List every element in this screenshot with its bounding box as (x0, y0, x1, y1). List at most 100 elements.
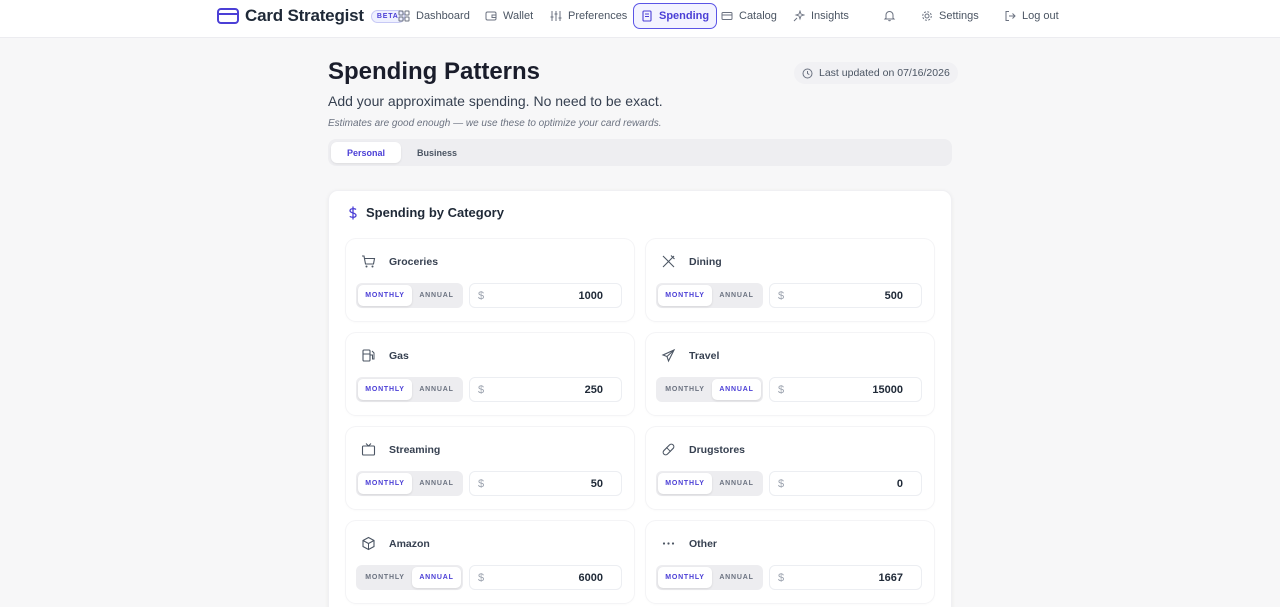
tab-business[interactable]: Business (402, 142, 472, 163)
currency-symbol: $ (478, 571, 485, 584)
monthly-button[interactable]: MONTHLY (358, 285, 412, 306)
currency-symbol: $ (478, 383, 485, 396)
nav-catalog-label: Catalog (739, 10, 777, 22)
amount-input[interactable]: $500 (769, 283, 922, 308)
category-name: Groceries (389, 255, 439, 268)
category-card-drugstores: Drugstores MONTHLY ANNUAL $0 (646, 427, 934, 509)
annual-button[interactable]: ANNUAL (712, 285, 761, 306)
category-card-gas: Gas MONTHLY ANNUAL $250 (346, 333, 634, 415)
frequency-toggle: MONTHLY ANNUAL (356, 565, 463, 590)
logout-icon (1005, 11, 1016, 21)
amount-input[interactable]: $1000 (469, 283, 622, 308)
brand-name: Card Strategist (245, 6, 364, 25)
category-name: Travel (689, 349, 720, 362)
currency-symbol: $ (478, 477, 485, 490)
category-name: Streaming (389, 443, 441, 456)
account-type-tabs: Personal Business (328, 139, 952, 166)
frequency-toggle: MONTHLY ANNUAL (356, 283, 463, 308)
amount-value: 50 (590, 477, 603, 490)
sliders-icon (550, 11, 562, 21)
brand[interactable]: Card Strategist BETA (217, 6, 405, 26)
amount-input[interactable]: $1667 (769, 565, 922, 590)
amount-input[interactable]: $6000 (469, 565, 622, 590)
cart-icon (362, 255, 376, 268)
settings-label: Settings (939, 10, 979, 22)
nav-preferences-label: Preferences (568, 10, 628, 22)
amount-input[interactable]: $15000 (769, 377, 922, 402)
currency-symbol: $ (778, 289, 785, 302)
monthly-button[interactable]: MONTHLY (658, 473, 712, 494)
category-name: Dining (689, 255, 722, 268)
last-updated-badge: Last updated on 07/16/2026 (794, 62, 958, 84)
page-title: Spending Patterns (328, 58, 541, 85)
category-card-travel: Travel MONTHLY ANNUAL $15000 (646, 333, 934, 415)
logout-label: Log out (1022, 10, 1059, 22)
grid-icon (398, 10, 410, 22)
section-title: Spending by Category (346, 205, 504, 220)
annual-button[interactable]: ANNUAL (412, 285, 461, 306)
frequency-toggle: MONTHLY ANNUAL (356, 471, 463, 496)
monthly-button[interactable]: MONTHLY (358, 379, 412, 400)
amount-input[interactable]: $250 (469, 377, 622, 402)
amount-value: 6000 (578, 571, 603, 584)
plane-icon (661, 348, 676, 363)
nav-insights[interactable]: Insights (786, 3, 856, 29)
annual-button[interactable]: ANNUAL (412, 567, 461, 588)
amount-value: 1667 (878, 571, 903, 584)
nav-catalog[interactable]: Catalog (714, 3, 784, 29)
frequency-toggle: MONTHLY ANNUAL (356, 377, 463, 402)
amount-input[interactable]: $0 (769, 471, 922, 496)
annual-button[interactable]: ANNUAL (712, 379, 761, 400)
nav-dashboard[interactable]: Dashboard (391, 3, 477, 29)
amount-value: 0 (896, 477, 903, 490)
sparkle-icon (793, 10, 805, 22)
category-card-other: Other MONTHLY ANNUAL $1667 (646, 521, 934, 603)
wallet-icon (485, 11, 497, 21)
settings-button[interactable]: Settings (914, 3, 986, 29)
top-navbar: Card Strategist BETA Dashboard Wallet Pr… (0, 0, 1280, 38)
frequency-toggle: MONTHLY ANNUAL (656, 471, 763, 496)
nav-spending[interactable]: Spending (633, 3, 718, 29)
logout-button[interactable]: Log out (997, 3, 1066, 29)
credit-card-logo-icon (217, 8, 239, 24)
tab-personal[interactable]: Personal (331, 142, 401, 163)
category-card-amazon: Amazon MONTHLY ANNUAL $6000 (346, 521, 634, 603)
annual-button[interactable]: ANNUAL (712, 567, 761, 588)
frequency-toggle: MONTHLY ANNUAL (656, 565, 763, 590)
monthly-button[interactable]: MONTHLY (658, 379, 712, 400)
annual-button[interactable]: ANNUAL (412, 473, 461, 494)
amount-value: 250 (584, 383, 603, 396)
section-title-text: Spending by Category (366, 205, 504, 220)
nav-dashboard-label: Dashboard (416, 10, 470, 22)
monthly-button[interactable]: MONTHLY (358, 473, 412, 494)
category-card-groceries: Groceries MONTHLY ANNUAL $1000 (346, 239, 634, 321)
amount-value: 1000 (578, 289, 603, 302)
annual-button[interactable]: ANNUAL (712, 473, 761, 494)
monthly-button[interactable]: MONTHLY (358, 567, 412, 588)
monthly-button[interactable]: MONTHLY (658, 567, 712, 588)
annual-button[interactable]: ANNUAL (412, 379, 461, 400)
gear-icon (922, 11, 932, 21)
bell-icon[interactable] (883, 9, 896, 22)
amount-value: 15000 (872, 383, 903, 396)
category-name: Other (689, 537, 718, 550)
currency-symbol: $ (478, 289, 485, 302)
currency-symbol: $ (778, 571, 785, 584)
frequency-toggle: MONTHLY ANNUAL (656, 283, 763, 308)
nav-wallet-label: Wallet (503, 10, 534, 22)
receipt-icon (642, 10, 652, 22)
page-subtitle: Add your approximate spending. No need t… (328, 93, 663, 109)
ellipsis-icon (662, 542, 675, 545)
amount-input[interactable]: $50 (469, 471, 622, 496)
card-icon (721, 12, 733, 20)
amount-value: 500 (884, 289, 903, 302)
nav-wallet[interactable]: Wallet (478, 3, 540, 29)
nav-preferences[interactable]: Preferences (543, 3, 634, 29)
monthly-button[interactable]: MONTHLY (658, 285, 712, 306)
package-icon (362, 536, 375, 551)
category-name: Drugstores (689, 443, 746, 456)
utensils-icon (662, 255, 675, 268)
pill-icon (662, 443, 675, 456)
category-card-streaming: Streaming MONTHLY ANNUAL $50 (346, 427, 634, 509)
dollar-icon (349, 206, 357, 219)
